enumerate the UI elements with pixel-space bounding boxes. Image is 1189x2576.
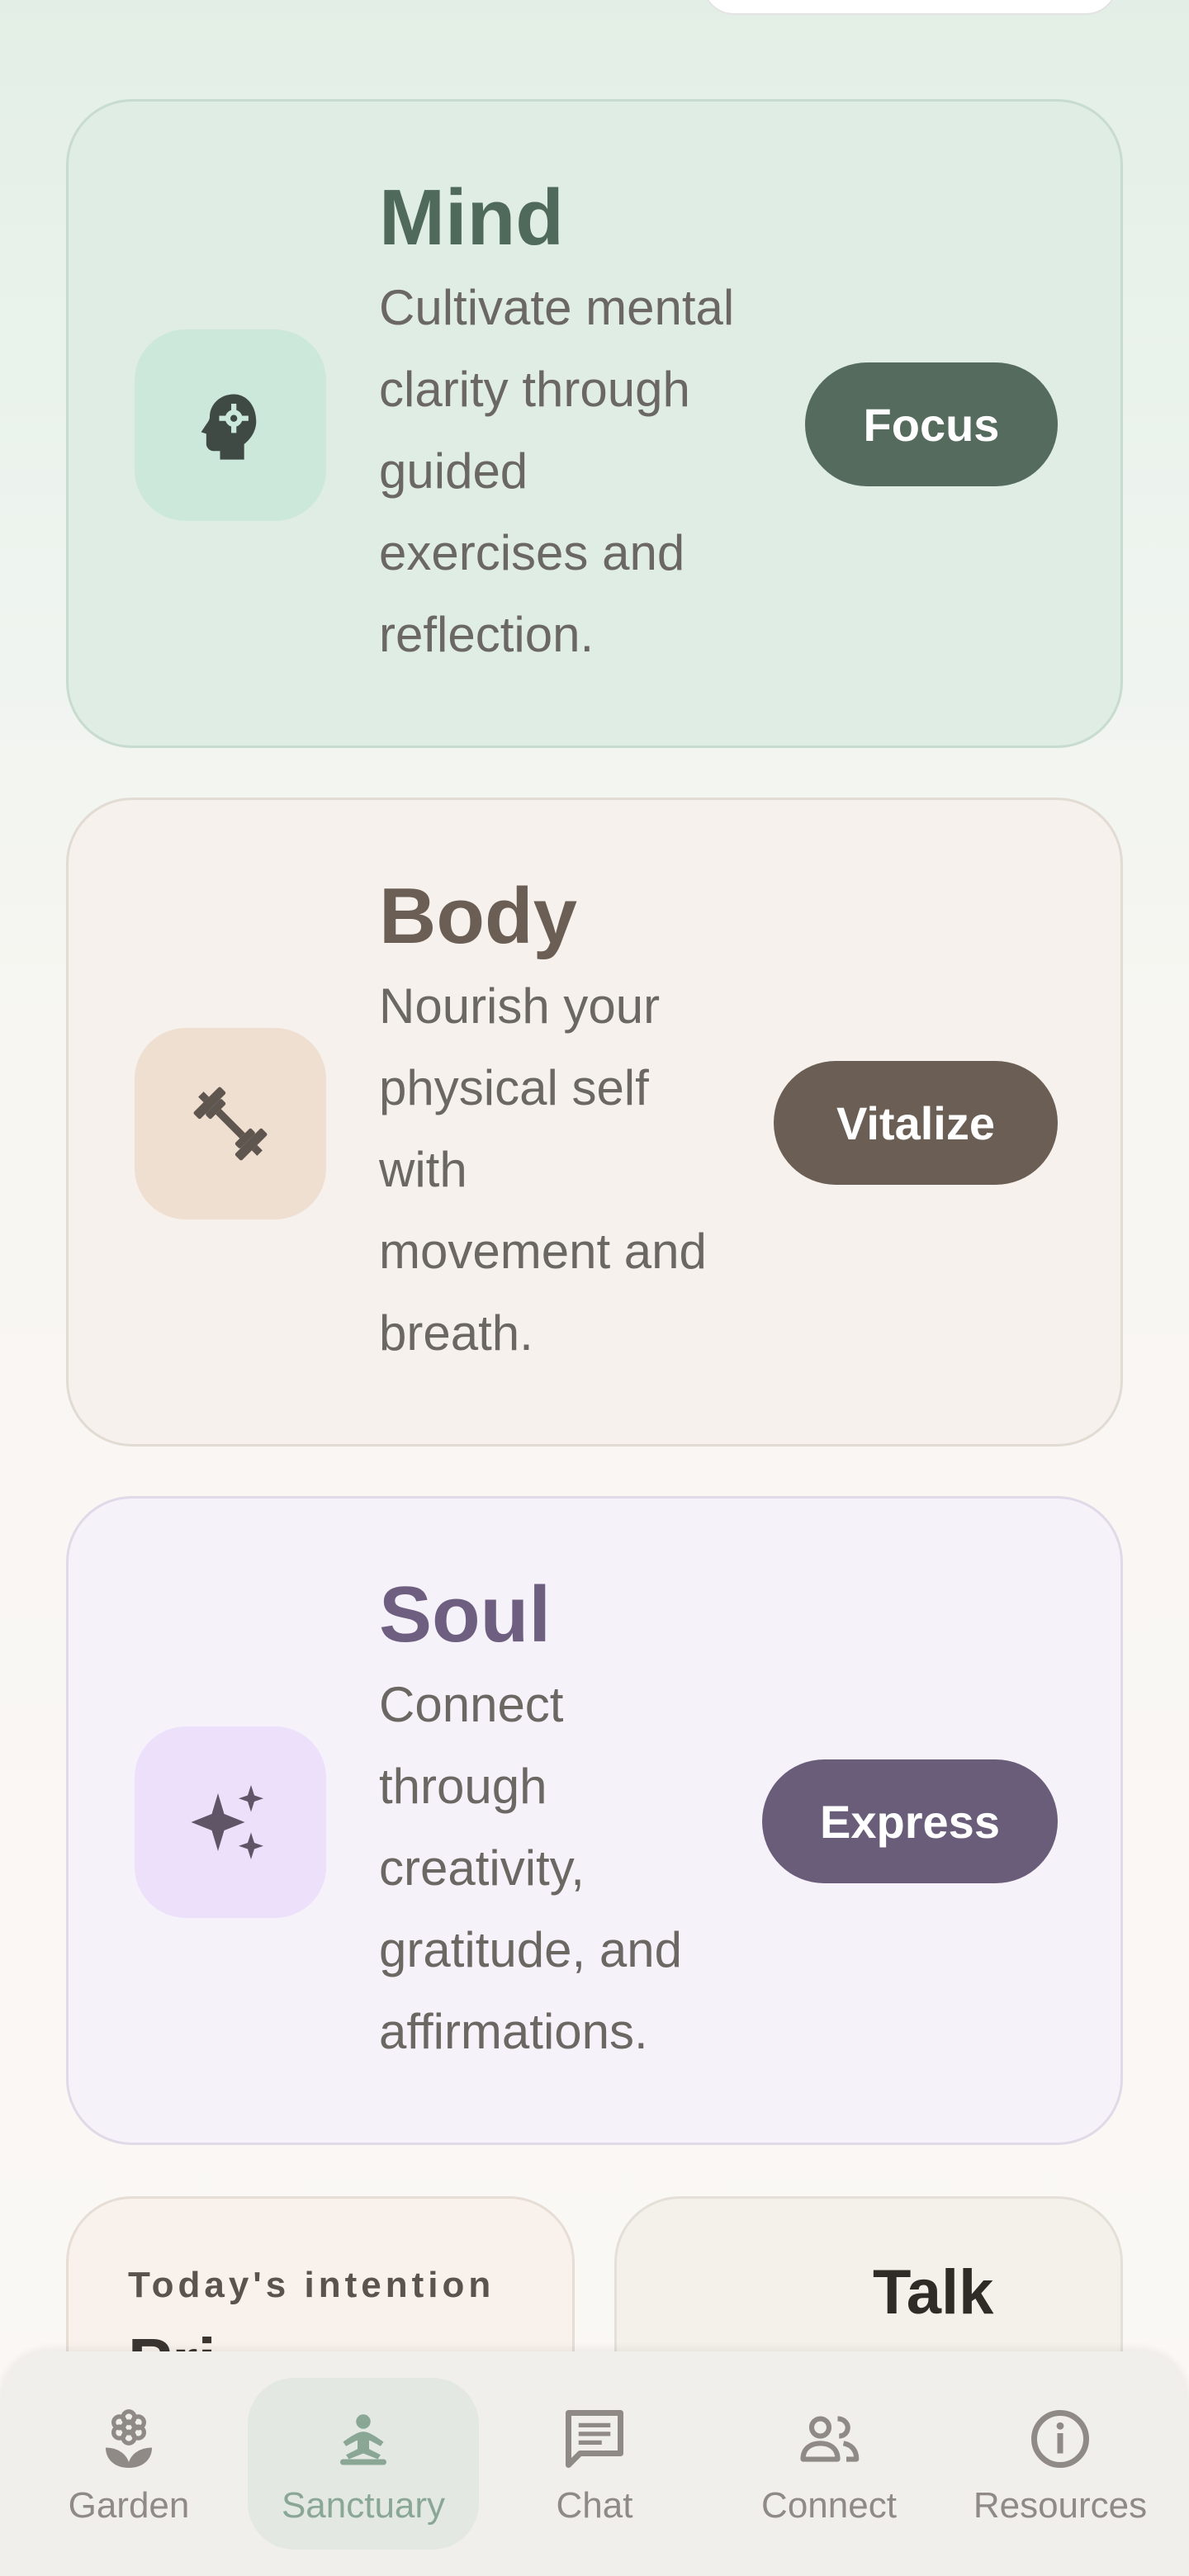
sparkles-icon [191, 1785, 263, 1859]
mind-title: Mind [379, 173, 564, 262]
nav-item-garden[interactable]: Garden [13, 2378, 244, 2550]
mind-icon-tile [135, 329, 326, 521]
nav-label-resources: Resources [973, 2485, 1148, 2526]
nav-label-sanctuary: Sanctuary [281, 2485, 446, 2526]
nav-item-sanctuary[interactable]: Sanctuary [248, 2378, 479, 2550]
flower-icon [106, 2409, 152, 2468]
bottom-navigation: Garden Sanctuary Chat Connect Resources [0, 2351, 1189, 2576]
dumbbell-icon [193, 1087, 268, 1161]
info-icon [1031, 2410, 1089, 2468]
people-icon [800, 2416, 860, 2462]
nav-item-connect[interactable]: Connect [713, 2378, 945, 2550]
intention-label: Today's intention [128, 2265, 495, 2305]
vitalize-button[interactable]: Vitalize [774, 1061, 1058, 1185]
chat-icon [566, 2410, 623, 2468]
psychology-head-gear-icon [201, 394, 257, 460]
mind-card: Mind Cultivate mental clarity through gu… [66, 99, 1123, 748]
meditation-icon [340, 2414, 386, 2465]
nav-item-resources[interactable]: Resources [945, 2378, 1176, 2550]
talk-label: Talk [873, 2257, 994, 2327]
body-card: Body Nourish your physical self with mov… [66, 798, 1123, 1447]
top-pill [702, 0, 1118, 15]
mind-description: Cultivate mental clarity through guided … [379, 280, 735, 662]
soul-icon-tile [135, 1726, 326, 1918]
nav-label-garden: Garden [68, 2485, 190, 2526]
soul-description: Connect through creativity, gratitude, a… [379, 1677, 682, 2059]
soul-title: Soul [379, 1570, 551, 1659]
soul-card: Soul Connect through creativity, gratitu… [66, 1496, 1123, 2145]
nav-label-connect: Connect [761, 2485, 897, 2526]
body-description: Nourish your physical self with movement… [379, 978, 707, 1361]
express-button[interactable]: Express [762, 1759, 1058, 1883]
body-icon-tile [135, 1028, 326, 1219]
body-title: Body [379, 872, 577, 960]
nav-label-chat: Chat [556, 2485, 633, 2526]
focus-button[interactable]: Focus [805, 362, 1058, 486]
nav-item-chat[interactable]: Chat [479, 2378, 710, 2550]
